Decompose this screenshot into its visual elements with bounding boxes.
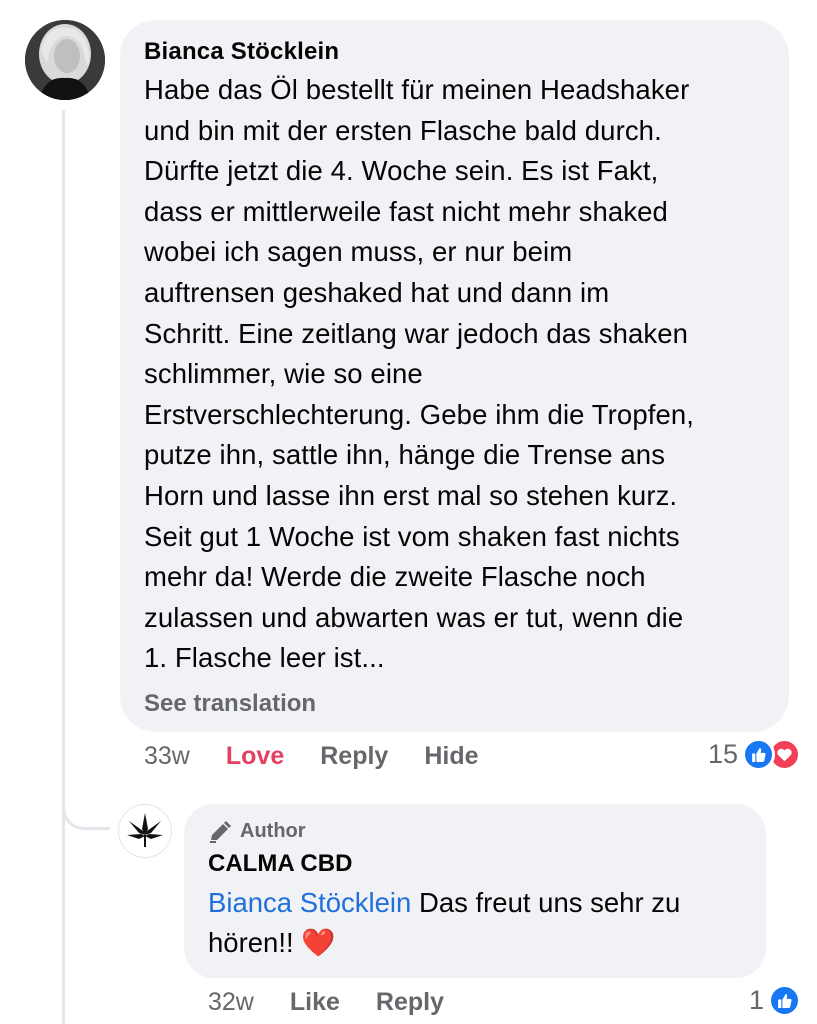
comment-line: mehr da! Werde die zweite Flasche noch xyxy=(144,561,646,593)
comment-line: Seit gut 1 Woche ist vom shaken fast nic… xyxy=(144,520,680,552)
comment-line: dass er mittlerweile fast nicht mehr sha… xyxy=(144,195,668,227)
like-button[interactable]: Like xyxy=(290,988,340,1017)
mention-link[interactable]: Bianca Stöcklein xyxy=(208,887,411,918)
reply-line-text: hören!! xyxy=(208,927,302,958)
reply-author[interactable]: CALMA CBD xyxy=(208,849,746,879)
reply-bubble: Author CALMA CBD Bianca Stöcklein Das fr… xyxy=(184,804,766,978)
comment-line: und bin mit der ersten Flasche bald durc… xyxy=(144,114,662,146)
author-avatar[interactable] xyxy=(118,804,172,858)
comment-line: 1. Flasche leer ist... xyxy=(144,642,385,674)
reaction-count: 15 xyxy=(707,739,738,769)
thread-line xyxy=(62,110,65,1024)
reply-timestamp[interactable]: 32w xyxy=(208,988,254,1017)
comment-line: wobei ich sagen muss, er nur beim xyxy=(144,236,573,268)
reply-line-text: Das freut uns sehr zu xyxy=(411,887,681,918)
hide-button[interactable]: Hide xyxy=(424,742,478,771)
reply-line: Bianca Stöcklein Das freut uns sehr zu xyxy=(208,883,746,923)
comment-line: Horn und lasse ihn erst mal so stehen ku… xyxy=(144,479,678,511)
comment-author[interactable]: Bianca Stöcklein xyxy=(144,36,763,68)
comment-line: Dürfte jetzt die 4. Woche sein. Es ist F… xyxy=(144,155,659,187)
profile-photo xyxy=(25,20,105,100)
author-badge: Author xyxy=(208,820,746,843)
comment-line: Schritt. Eine zeitlang war jedoch das sh… xyxy=(144,317,689,349)
reply-line: hören!! ❤️ xyxy=(208,923,746,963)
comment-line: schlimmer, wie so eine xyxy=(144,358,423,390)
like-icon xyxy=(768,984,801,1017)
reply-button[interactable]: Reply xyxy=(320,742,388,771)
reply-actions: 32w Like Reply xyxy=(208,988,480,1017)
comment-actions: 33w Love Reply Hide xyxy=(144,742,515,771)
heart-emoji: ❤️ xyxy=(301,927,336,958)
comment-bubble: Bianca Stöcklein Habe das Öl bestellt fü… xyxy=(120,20,789,732)
comment-timestamp[interactable]: 33w xyxy=(144,742,190,771)
comment-line: Habe das Öl bestellt für meinen Headshak… xyxy=(144,74,690,105)
reactions-summary[interactable]: 15 xyxy=(708,738,801,771)
pencil-icon xyxy=(210,820,231,843)
thread-reply-connector xyxy=(62,768,110,830)
comment-line: Erstverschlechterung. Gebe ihm die Tropf… xyxy=(144,398,694,430)
reply-text: Bianca Stöcklein Das freut uns sehr zu h… xyxy=(208,883,746,963)
comment-line: auftrensen geshaked hat und dann im xyxy=(144,276,610,308)
reply-reactions-summary[interactable]: 1 xyxy=(749,984,801,1017)
cannabis-leaf-icon xyxy=(127,813,163,847)
reply-button[interactable]: Reply xyxy=(376,988,444,1017)
love-button[interactable]: Love xyxy=(226,742,284,771)
see-translation-link[interactable]: See translation xyxy=(144,690,316,718)
comment-line: zulassen und abwarten was er tut, wenn d… xyxy=(144,601,684,633)
reaction-count: 1 xyxy=(748,985,764,1015)
like-icon xyxy=(742,738,775,771)
comment-text: Habe das Öl bestellt für meinen Headshak… xyxy=(144,70,763,679)
comment-line: putze ihn, sattle ihn, hänge die Trense … xyxy=(144,439,666,471)
avatar[interactable] xyxy=(25,20,105,100)
author-badge-label: Author xyxy=(240,820,306,842)
